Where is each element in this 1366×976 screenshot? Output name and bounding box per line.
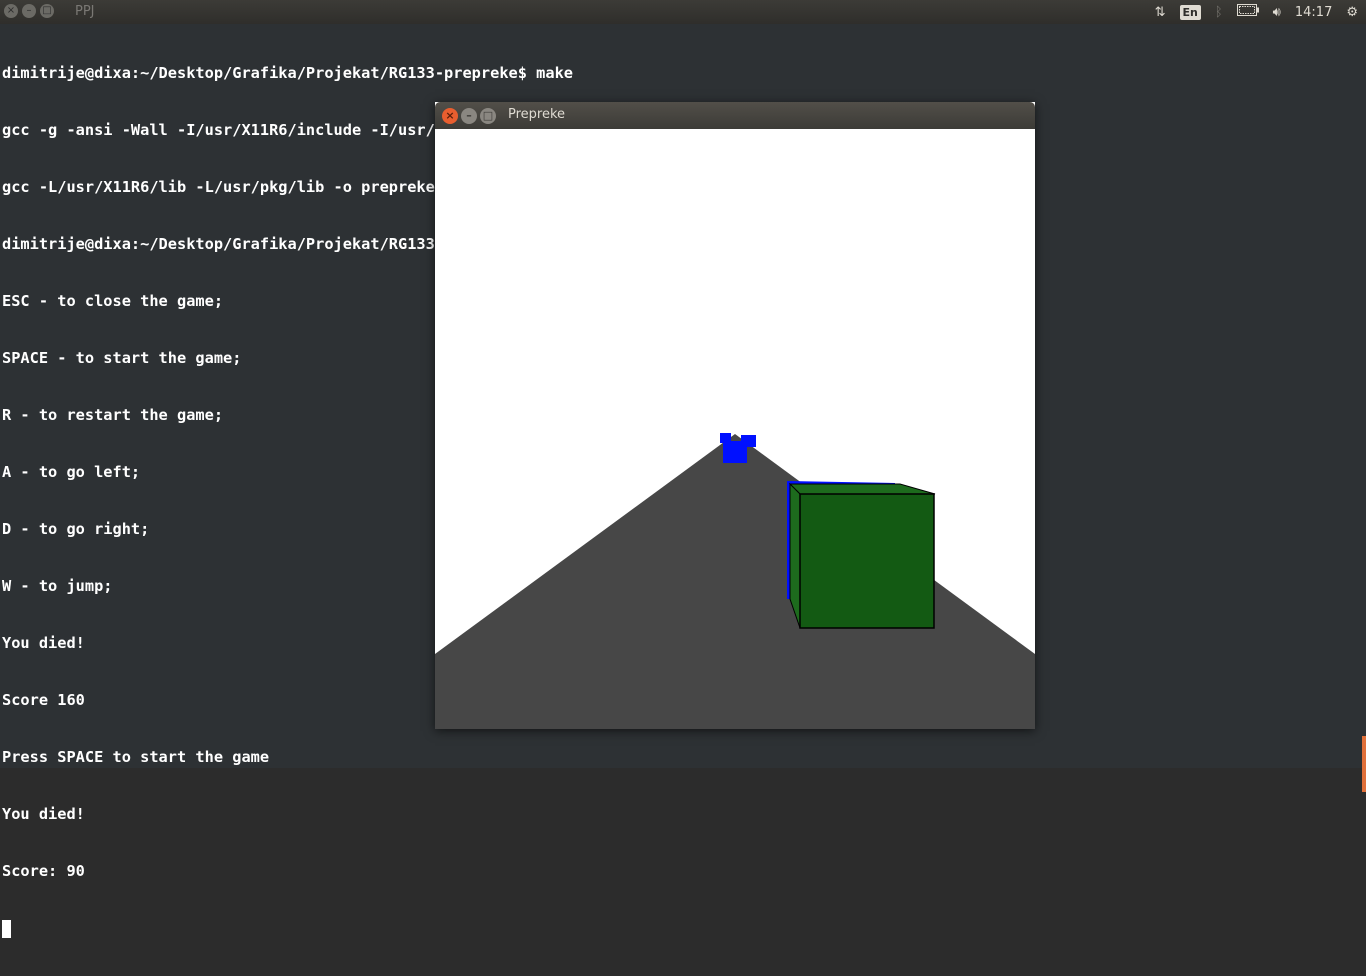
player-ear-right	[741, 435, 756, 447]
terminal-line: You died!	[2, 805, 85, 823]
terminal-line: Score: 90	[2, 862, 85, 880]
workspace-edge-indicator	[1362, 736, 1366, 792]
maximize-button[interactable]: □	[480, 108, 496, 124]
game-window[interactable]: × – □ Prepreke	[435, 102, 1035, 729]
player-ear-left	[720, 433, 731, 443]
network-icon[interactable]: ⇅	[1155, 5, 1166, 20]
terminal-line: Press SPACE to start the game	[2, 748, 270, 766]
panel-window-controls: × – □	[4, 4, 58, 20]
obstacle-front	[799, 493, 935, 629]
battery-icon[interactable]	[1236, 4, 1259, 20]
terminal-line: dimitrije@dixa:~/Desktop/Grafika/Projeka…	[2, 64, 573, 82]
panel-app-title: PPJ	[75, 4, 95, 19]
panel-maximize-icon[interactable]: □	[40, 4, 54, 18]
minimize-button[interactable]: –	[461, 108, 477, 124]
clock[interactable]: 14:17	[1295, 5, 1332, 20]
volume-icon[interactable]: 🔊︎	[1273, 5, 1281, 20]
bluetooth-icon[interactable]: ᛒ	[1215, 5, 1223, 20]
keyboard-language-indicator[interactable]: En	[1179, 4, 1201, 20]
panel-close-icon[interactable]: ×	[4, 4, 18, 18]
settings-gear-icon[interactable]: ⚙	[1346, 5, 1358, 20]
top-panel: × – □ PPJ ⇅ En ᛒ 🔊︎ 14:17 ⚙	[0, 0, 1366, 24]
panel-minimize-icon[interactable]: –	[22, 4, 36, 18]
close-button[interactable]: ×	[442, 108, 458, 124]
obstacle-cube	[787, 481, 936, 629]
game-canvas[interactable]	[435, 129, 1035, 729]
panel-indicators: ⇅ En ᛒ 🔊︎ 14:17 ⚙	[1141, 3, 1358, 21]
game-window-title: Prepreke	[508, 107, 566, 122]
terminal-cursor	[2, 920, 11, 938]
game-titlebar[interactable]: × – □ Prepreke	[435, 102, 1035, 129]
